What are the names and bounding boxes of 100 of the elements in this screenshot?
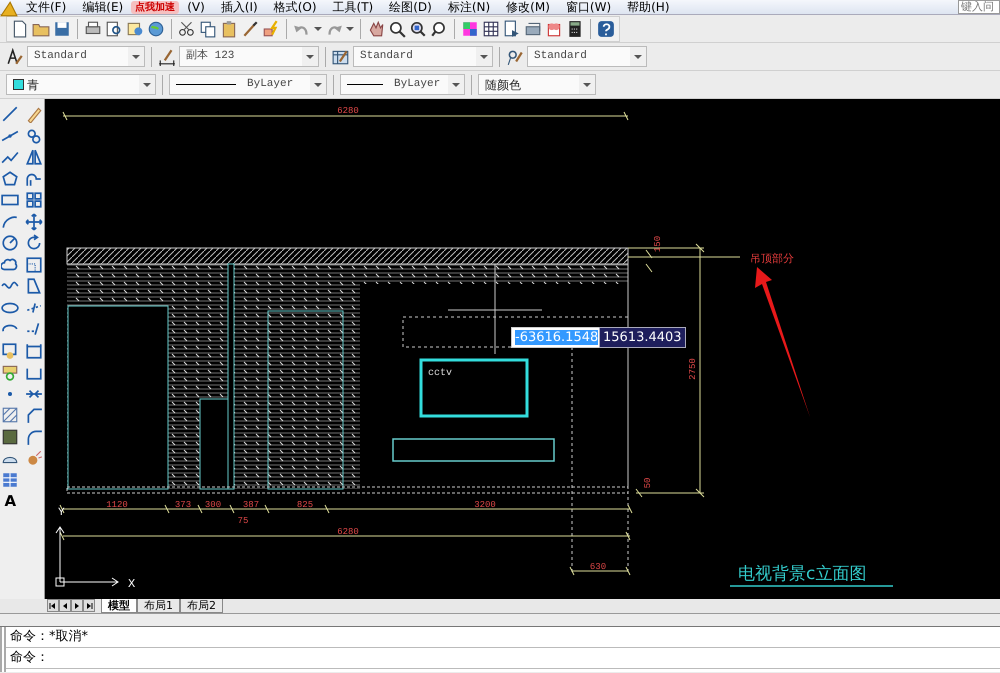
polygon-icon[interactable] — [1, 170, 20, 188]
text-style-dropdown[interactable]: Standard — [27, 46, 145, 67]
caret-icon — [583, 82, 591, 86]
color-dropdown[interactable]: 青 — [6, 74, 156, 95]
scale-icon[interactable] — [24, 256, 43, 274]
dimension-text: 630 — [590, 562, 606, 572]
caret-icon — [132, 54, 140, 58]
dimension-text: 300 — [204, 500, 222, 510]
line-icon[interactable] — [1, 105, 20, 123]
text-style-icon[interactable] — [6, 48, 24, 66]
next-page-icon[interactable] — [73, 602, 81, 610]
dimension-text: 1120 — [106, 500, 128, 510]
menu-item[interactable]: 格式(O) — [266, 0, 325, 15]
dimension-style-icon[interactable] — [158, 48, 176, 66]
line-sample — [347, 84, 383, 85]
menu-item[interactable]: 绘图(D) — [381, 0, 440, 15]
break-icon[interactable] — [24, 342, 43, 360]
lightning-icon[interactable] — [262, 20, 280, 38]
first-page-icon[interactable] — [49, 602, 57, 610]
linetype-dropdown[interactable]: ByLayer — [169, 74, 327, 95]
palette-icon[interactable] — [461, 20, 479, 38]
zoom-window-icon[interactable] — [409, 20, 427, 38]
menu-item[interactable]: 文件(F) — [18, 0, 74, 15]
menu-item[interactable]: 窗口(W) — [558, 0, 620, 15]
caret-icon[interactable] — [346, 26, 354, 30]
line-sample — [176, 84, 236, 85]
move-icon[interactable] — [24, 212, 43, 230]
copy-icon[interactable] — [199, 20, 217, 38]
grid-icon[interactable] — [482, 20, 500, 38]
multileader-style-icon[interactable] — [506, 48, 524, 66]
menu-item[interactable]: (V) — [179, 0, 213, 15]
coordinate-input[interactable]: 15613.4403 — [599, 327, 686, 348]
command-line: 命令： — [6, 648, 1000, 669]
cloud-shape-icon[interactable] — [1, 256, 20, 274]
command-line: 命令：*取消* — [6, 627, 1000, 648]
mirror-icon[interactable] — [24, 148, 43, 166]
preview-icon[interactable] — [105, 20, 123, 38]
drawing-title: 电视背景c立面图 — [738, 564, 866, 584]
dimension-text: 50 — [643, 478, 653, 488]
layout-tab[interactable]: 模型 — [101, 599, 137, 613]
lineweight-dropdown[interactable]: ByLayer — [340, 74, 465, 95]
dimension-text: 6280 — [337, 106, 359, 116]
hatch-icon[interactable] — [1, 406, 20, 424]
menu-item[interactable]: 工具(T) — [324, 0, 382, 15]
hand-icon[interactable] — [367, 20, 385, 38]
fillet-icon[interactable] — [24, 428, 43, 446]
array-icon[interactable] — [24, 191, 43, 209]
dimension-text: 2750 — [688, 358, 698, 380]
app-icon[interactable] — [0, 0, 18, 18]
tv-label: cctv — [428, 368, 452, 379]
plotstyle-dropdown[interactable]: 随颜色 — [478, 74, 596, 95]
menu-item[interactable]: 插入(I) — [212, 0, 266, 15]
caret-icon — [306, 54, 314, 58]
caret-icon[interactable] — [314, 26, 322, 30]
ucs-axes — [56, 526, 119, 586]
menu-item[interactable]: 标注(N) — [440, 0, 498, 15]
multileader-style-dropdown[interactable]: Standard — [527, 46, 647, 67]
previous-page-icon[interactable] — [61, 602, 69, 610]
dimension-text: 373 — [174, 500, 192, 510]
zoom-in-icon[interactable] — [388, 20, 406, 38]
caret-icon — [314, 82, 322, 86]
new-file-icon[interactable] — [11, 20, 29, 38]
promo-badge[interactable]: 点我加速 — [131, 1, 180, 14]
eraser-icon[interactable] — [24, 105, 43, 123]
layout-tab[interactable]: 布局1 — [137, 599, 180, 613]
menu-item[interactable]: 修改(M) — [498, 0, 558, 15]
dimension-text: 6280 — [337, 527, 359, 537]
caret-icon — [480, 54, 488, 58]
globe-icon[interactable] — [147, 20, 165, 38]
insert-block-icon[interactable] — [1, 363, 20, 381]
save-icon[interactable] — [53, 20, 71, 38]
dimension-style-dropdown[interactable]: 副本 123 — [179, 46, 319, 67]
table-icon[interactable] — [1, 470, 20, 488]
dimension-text: 3200 — [474, 500, 496, 510]
block-icon[interactable] — [1, 342, 20, 360]
chamfer-icon[interactable] — [24, 406, 43, 424]
rotate-icon[interactable] — [24, 234, 43, 252]
caret-icon — [452, 82, 460, 86]
stretch-icon[interactable] — [24, 277, 43, 295]
circle-icon[interactable] — [1, 234, 20, 252]
gradient-icon[interactable] — [1, 428, 20, 446]
caret-icon — [143, 82, 151, 86]
axis-label: X — [128, 577, 136, 591]
zoom-icon[interactable] — [430, 20, 448, 38]
table-style-dropdown[interactable]: Standard — [353, 46, 493, 67]
scissors-icon[interactable] — [178, 20, 196, 38]
menu-item[interactable]: 编辑(E) — [74, 0, 132, 15]
text-tool[interactable]: A — [4, 492, 16, 510]
sheet-icon[interactable] — [503, 20, 521, 38]
brush-icon[interactable] — [241, 20, 259, 38]
layout-tab[interactable]: 布局2 — [180, 599, 223, 613]
last-page-icon[interactable] — [85, 602, 93, 610]
callout-text: 吊顶部分 — [750, 252, 794, 265]
menu-item[interactable]: 帮助(H) — [619, 0, 678, 15]
help-icon[interactable] — [597, 20, 615, 38]
caret-icon — [634, 54, 642, 58]
dimension-text: 150 — [653, 236, 663, 252]
clipboard-icon[interactable] — [220, 20, 238, 38]
axis-label: Y — [58, 507, 65, 519]
copy-object-icon[interactable] — [24, 126, 43, 144]
